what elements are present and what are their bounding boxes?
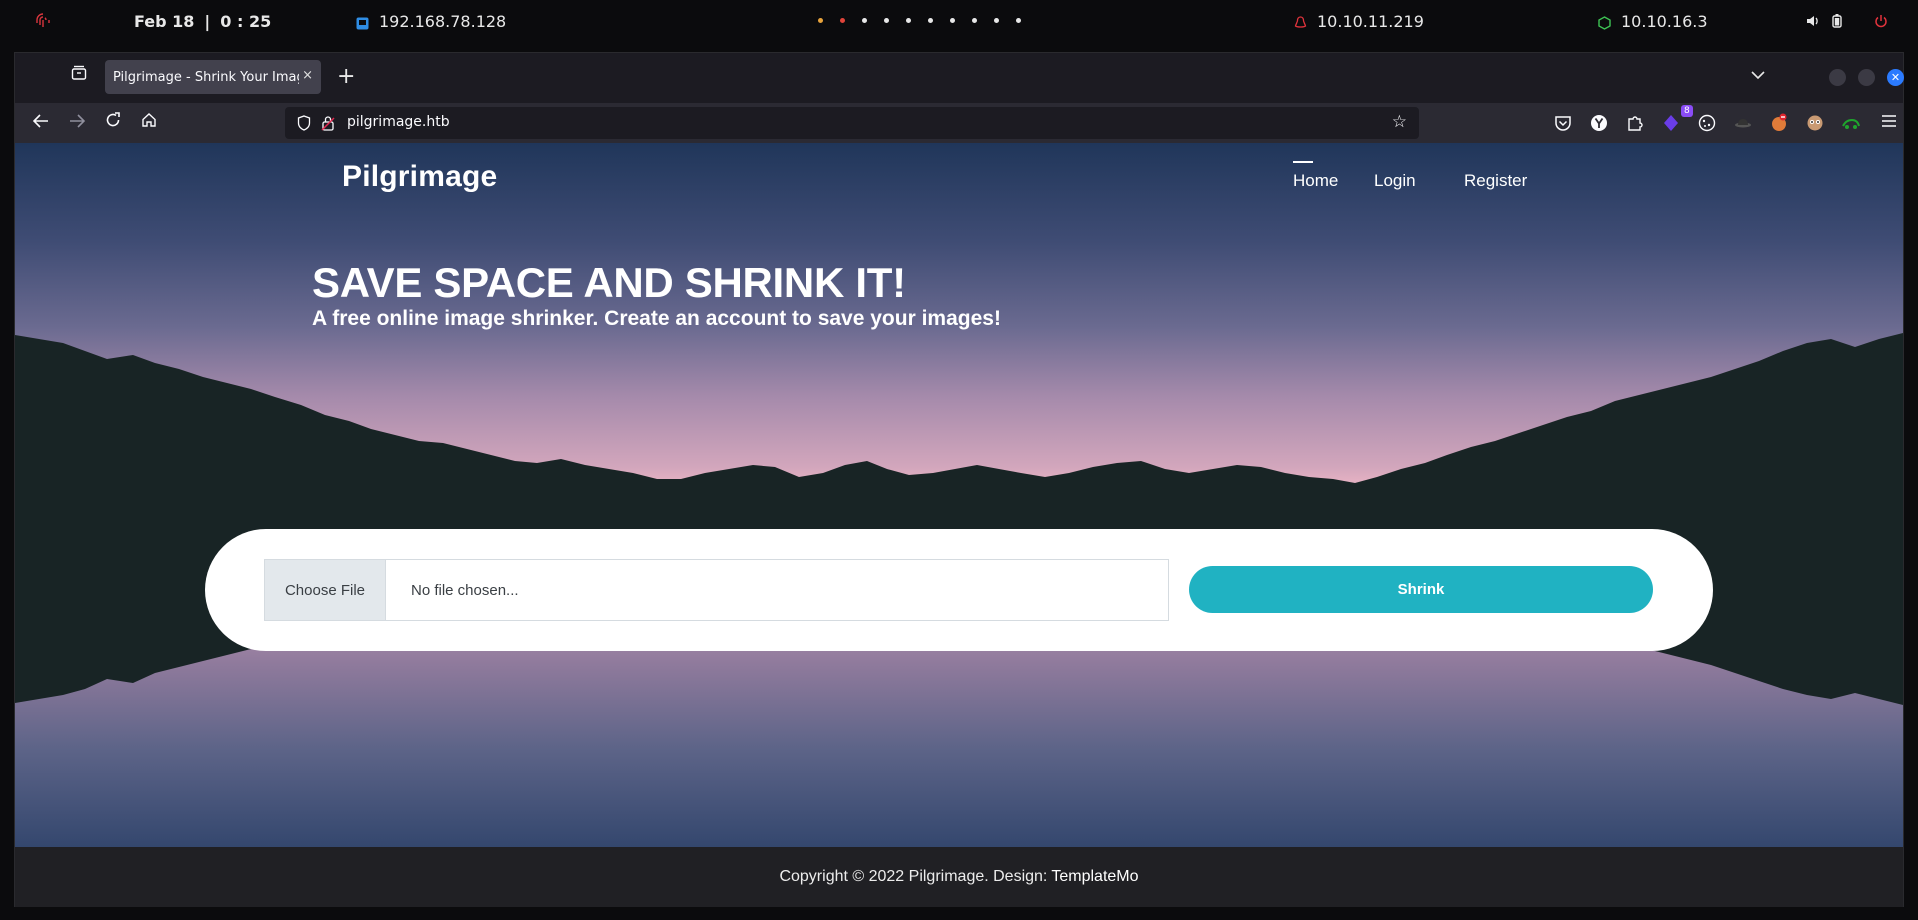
network-icon <box>356 15 369 29</box>
file-input[interactable]: Choose File No file chosen... <box>264 559 1169 621</box>
site-footer: Copyright © 2022 Pilgrimage. Design: Tem… <box>15 847 1903 907</box>
shrink-button[interactable]: Shrink <box>1189 566 1653 613</box>
new-tab-button[interactable]: + <box>337 63 355 91</box>
fingerprint-icon[interactable] <box>36 0 50 42</box>
vm-ip-indicator: 192.168.78.128 <box>356 0 506 42</box>
foxyproxy-icon[interactable] <box>1769 113 1789 133</box>
tab-close-icon[interactable]: × <box>302 68 313 83</box>
tab-title: Pilgrimage - Shrink Your Images <box>113 69 299 85</box>
power-icon[interactable] <box>1874 0 1888 42</box>
home-icon[interactable] <box>137 111 161 135</box>
target-ip-indicator: 10.10.11.219 <box>1294 0 1424 42</box>
workspace-dot[interactable] <box>994 18 999 23</box>
site-logo[interactable]: Pilgrimage <box>342 160 497 194</box>
pocket-icon[interactable] <box>1553 113 1573 133</box>
clock: Feb 18 | 0 : 25 <box>134 0 271 42</box>
date-separator: | <box>204 11 211 31</box>
workspace-dot[interactable] <box>972 18 977 23</box>
tracking-shield-icon[interactable] <box>297 115 311 135</box>
tab-history-icon[interactable] <box>67 64 91 88</box>
nav-home[interactable]: Home <box>1293 161 1338 191</box>
mountain-silhouette <box>15 333 1903 705</box>
forward-arrow-icon[interactable] <box>65 111 89 135</box>
bookmark-star-icon[interactable]: ☆ <box>1392 112 1407 132</box>
battery-icon[interactable] <box>1832 0 1842 42</box>
minimize-window-button[interactable] <box>1829 69 1846 86</box>
workspace-dot[interactable] <box>1016 18 1021 23</box>
hacktools-icon[interactable] <box>1661 113 1681 133</box>
hero-title: SAVE SPACE AND SHRINK IT! <box>312 259 906 306</box>
time-text: 0 : 25 <box>220 11 272 31</box>
copyright-text: Copyright © 2022 Pilgrimage. Design: <box>779 868 1048 885</box>
ycombinator-icon[interactable] <box>1589 113 1609 133</box>
extension-badge: 8 <box>1681 105 1693 117</box>
hero-subtitle: A free online image shrinker. Create an … <box>312 307 1001 330</box>
file-name-label: No file chosen... <box>411 581 519 599</box>
url-text[interactable]: pilgrimage.htb <box>347 114 450 130</box>
tab-bar: Pilgrimage - Shrink Your Images × + ✕ <box>15 53 1904 103</box>
target-ip-text: 10.10.11.219 <box>1317 11 1424 31</box>
workspace-dot[interactable] <box>884 18 889 23</box>
workspace-dot[interactable] <box>950 18 955 23</box>
url-bar[interactable]: pilgrimage.htb ☆ <box>285 107 1419 139</box>
spy-hat-icon[interactable] <box>1733 113 1753 133</box>
upload-form: Choose File No file chosen... Shrink <box>205 529 1713 651</box>
workspace-dot[interactable] <box>840 18 845 23</box>
hamburger-menu-icon[interactable] <box>1877 111 1901 135</box>
browser-window: Pilgrimage - Shrink Your Images × + ✕ pi… <box>14 52 1904 907</box>
close-window-button[interactable]: ✕ <box>1887 69 1904 86</box>
nav-login[interactable]: Login <box>1374 171 1416 191</box>
web-page: Pilgrimage Home Login Register SAVE SPAC… <box>15 143 1903 907</box>
choose-file-button[interactable]: Choose File <box>265 560 386 620</box>
templatemo-link[interactable]: TemplateMo <box>1051 868 1138 886</box>
workspace-dots[interactable] <box>818 18 1021 23</box>
insecure-lock-icon[interactable] <box>321 115 335 135</box>
cookie-icon[interactable] <box>1697 113 1717 133</box>
vm-ip-text: 192.168.78.128 <box>379 11 507 31</box>
cube-icon <box>1598 15 1611 30</box>
workspace-dot[interactable] <box>862 18 867 23</box>
extensions-puzzle-icon[interactable] <box>1625 113 1645 133</box>
date-text: Feb 18 <box>134 11 195 31</box>
navigation-toolbar: pilgrimage.htb ☆ 8 <box>15 103 1903 143</box>
wappalyzer-icon[interactable] <box>1805 113 1825 133</box>
workspace-dot[interactable] <box>818 18 823 23</box>
workspace-dot[interactable] <box>928 18 933 23</box>
workspace-dot[interactable] <box>906 18 911 23</box>
reload-icon[interactable] <box>101 111 125 135</box>
nav-register[interactable]: Register <box>1464 171 1527 191</box>
vpn-ip-indicator: 10.10.16.3 <box>1598 0 1708 42</box>
system-top-bar: Feb 18 | 0 : 25 192.168.78.128 10.10.11.… <box>0 0 1918 42</box>
back-arrow-icon[interactable] <box>29 111 53 135</box>
maximize-window-button[interactable] <box>1858 69 1875 86</box>
list-tabs-chevron-icon[interactable] <box>1751 65 1765 84</box>
vpn-ip-text: 10.10.16.3 <box>1621 11 1708 31</box>
user-agent-switcher-icon[interactable] <box>1841 113 1861 133</box>
tab-active[interactable]: Pilgrimage - Shrink Your Images × <box>105 60 321 94</box>
target-icon <box>1294 15 1307 28</box>
volume-icon[interactable] <box>1806 0 1820 42</box>
